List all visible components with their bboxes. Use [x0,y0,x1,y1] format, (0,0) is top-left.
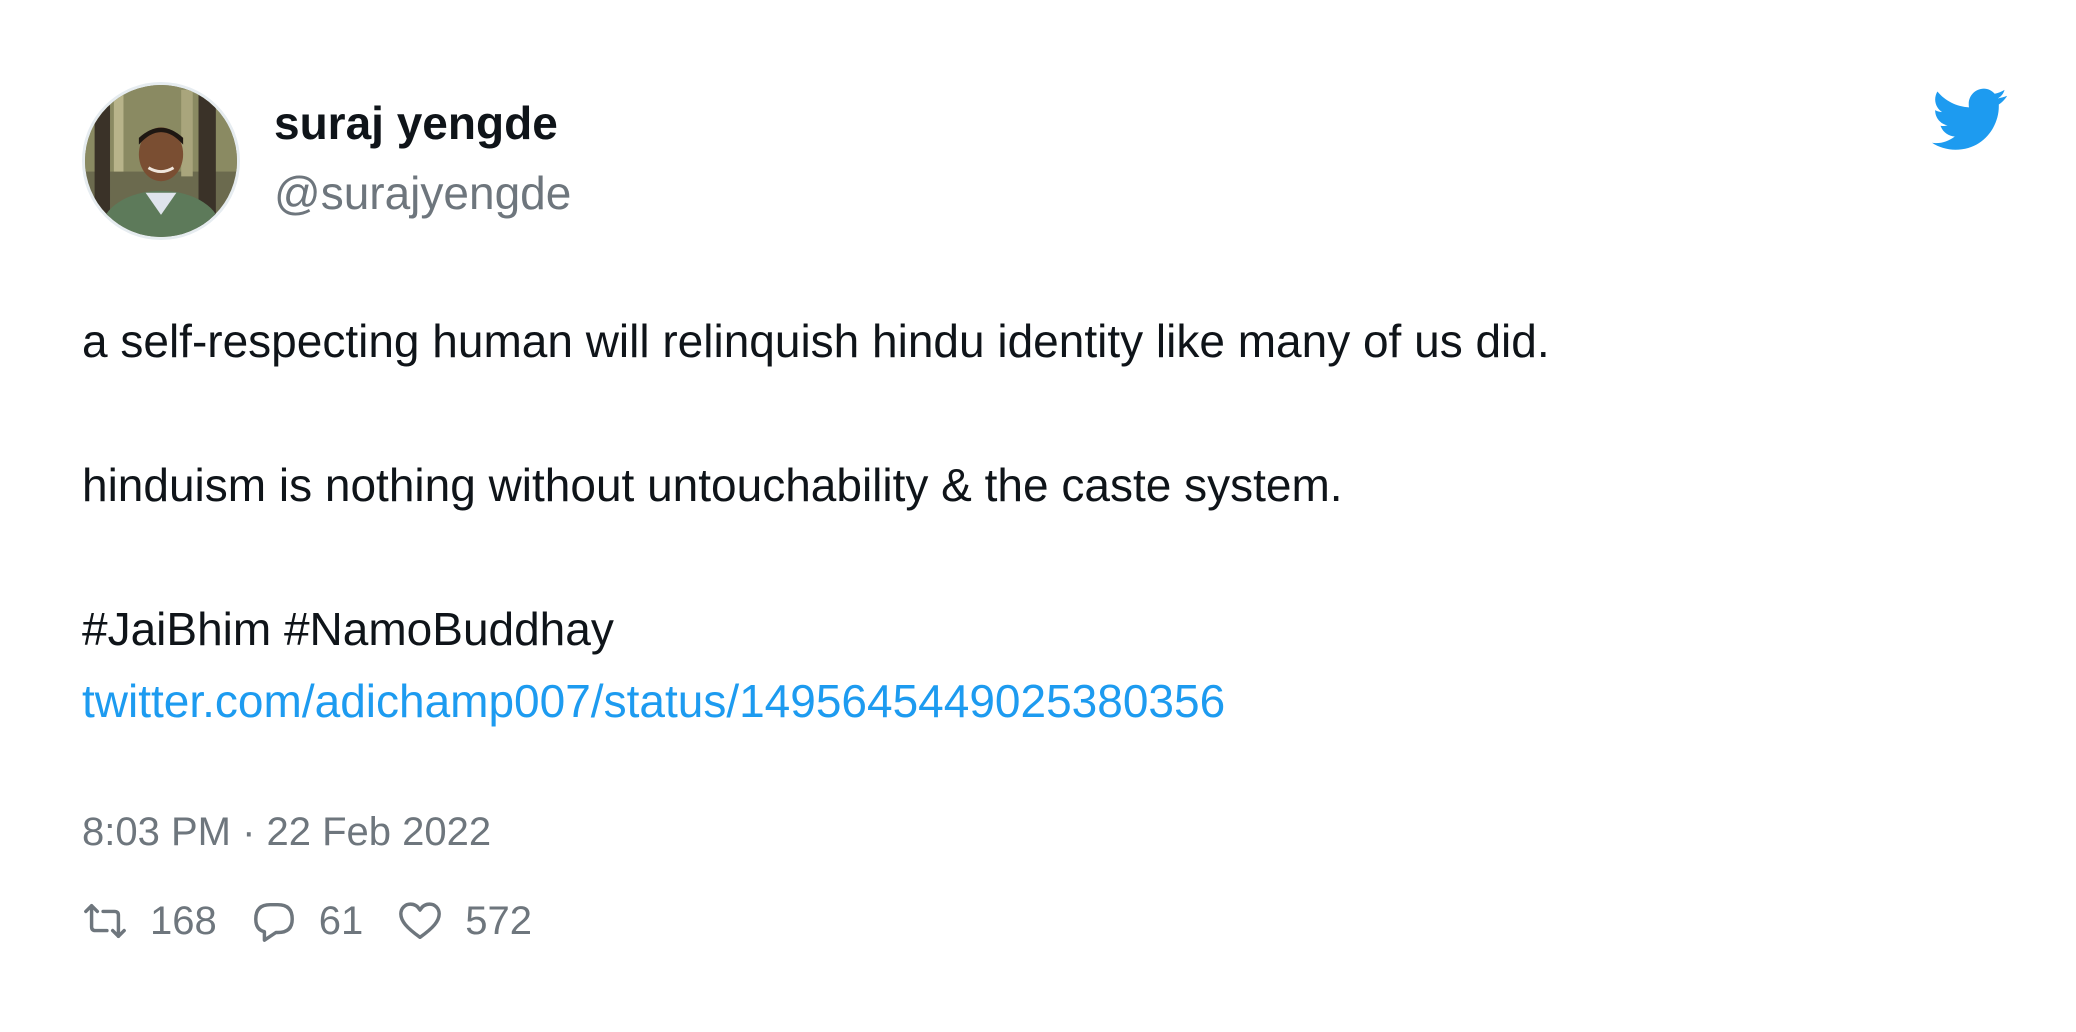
retweet-button[interactable]: 168 [82,898,217,944]
twitter-bird-icon[interactable] [1932,88,2008,152]
reply-button[interactable]: 61 [251,898,364,944]
like-count: 572 [465,898,532,943]
reply-count: 61 [318,898,364,943]
avatar-image [85,85,237,237]
avatar[interactable] [82,82,240,240]
retweet-count: 168 [150,898,217,943]
author-handle[interactable]: @surajyengde [274,168,571,219]
heart-icon [399,902,442,940]
tweet-text: a self-respecting human will relinquish … [82,305,1982,737]
tweet-actions: 168 61 572 [82,898,566,944]
tweet-timestamp[interactable]: 8:03 PM · 22 Feb 2022 [82,808,491,856]
tweet-card: suraj yengde @surajyengde a self-respect… [0,0,2076,1032]
tweet-line: a self-respecting human will relinquish … [82,315,1550,367]
reply-icon [253,902,294,942]
like-button[interactable]: 572 [397,898,532,944]
tweet-line: hinduism is nothing without untouchabili… [82,459,1343,511]
retweet-icon [84,903,126,939]
author-name[interactable]: suraj yengde [274,98,558,149]
tweet-hashtags[interactable]: #JaiBhim #NamoBuddhay [82,593,1982,665]
tweet-link[interactable]: twitter.com/adichamp007/status/149564544… [82,675,1225,727]
